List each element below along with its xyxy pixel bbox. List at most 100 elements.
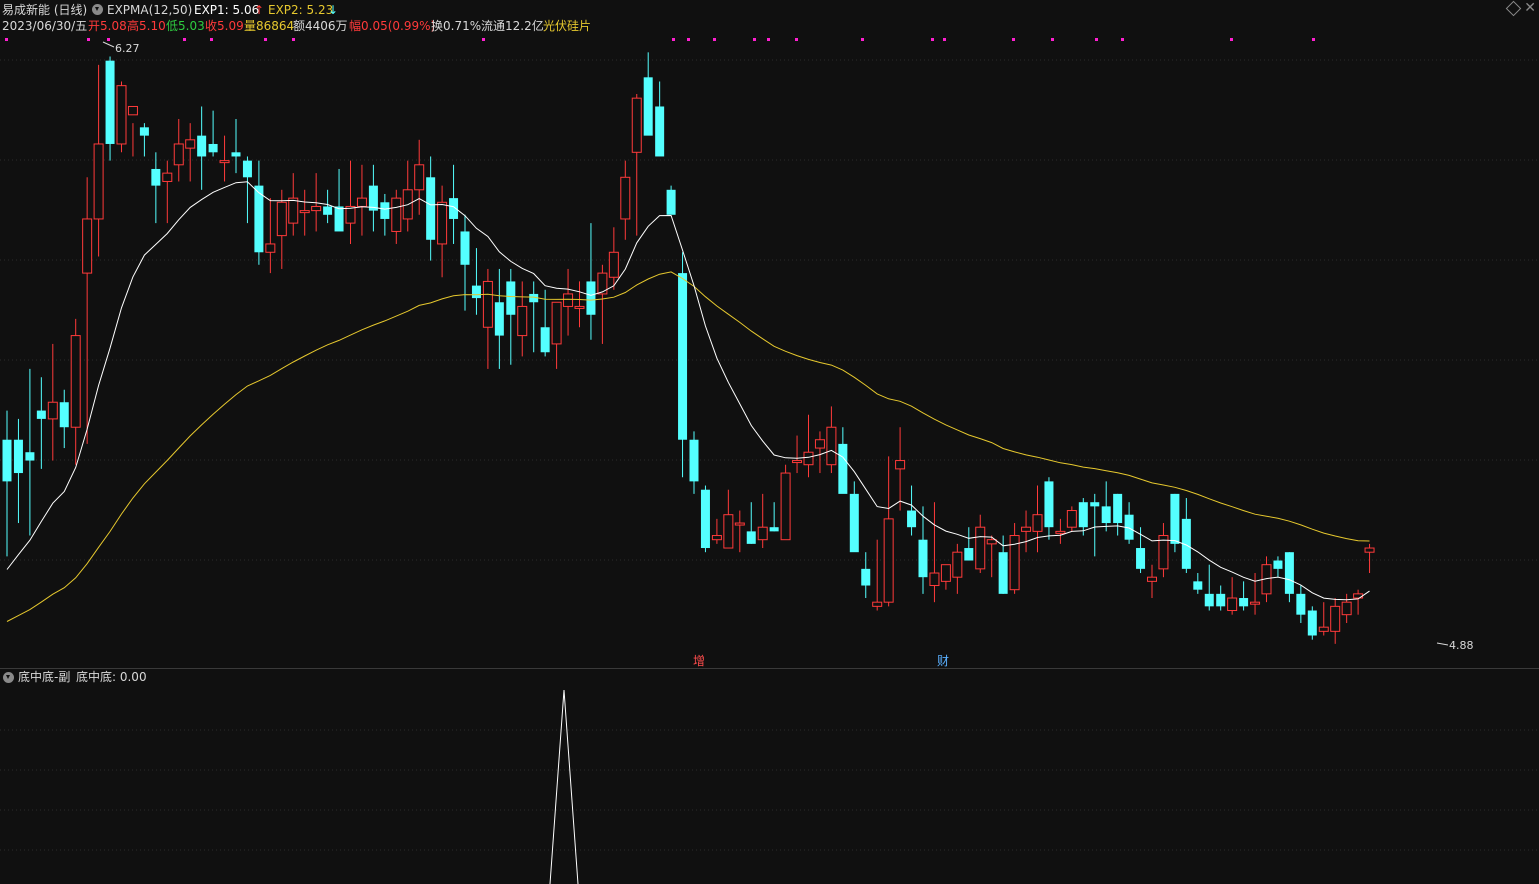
- candle[interactable]: [586, 223, 596, 340]
- candle[interactable]: [173, 118, 184, 182]
- candle[interactable]: [757, 493, 768, 549]
- candle[interactable]: [1273, 556, 1283, 578]
- candle[interactable]: [631, 93, 642, 236]
- candle[interactable]: [380, 193, 390, 236]
- event-marker-cai[interactable]: 财: [937, 654, 949, 668]
- candle[interactable]: [700, 485, 710, 553]
- candlestick-chart[interactable]: 6.27 4.88 增 财: [0, 0, 1539, 884]
- candle[interactable]: [471, 248, 481, 315]
- candle[interactable]: [952, 543, 963, 594]
- candle[interactable]: [975, 514, 986, 574]
- candle[interactable]: [2, 410, 12, 557]
- sub-indicator-menu-icon[interactable]: [3, 672, 14, 683]
- candle[interactable]: [414, 139, 425, 215]
- candle[interactable]: [13, 418, 23, 524]
- candle[interactable]: [872, 539, 883, 611]
- candle[interactable]: [70, 318, 81, 465]
- candle[interactable]: [1124, 502, 1134, 544]
- candle[interactable]: [265, 198, 276, 274]
- candle[interactable]: [345, 160, 356, 244]
- candle[interactable]: [368, 164, 378, 232]
- candle[interactable]: [929, 502, 940, 603]
- candle[interactable]: [849, 481, 859, 553]
- candle[interactable]: [517, 281, 528, 357]
- candle[interactable]: [780, 464, 791, 541]
- candle[interactable]: [1158, 523, 1169, 578]
- candle[interactable]: [1193, 573, 1203, 594]
- candle[interactable]: [1170, 493, 1180, 553]
- candle[interactable]: [1216, 585, 1226, 611]
- candle[interactable]: [1066, 506, 1077, 532]
- candle[interactable]: [1330, 598, 1341, 644]
- candle[interactable]: [36, 377, 46, 469]
- candle[interactable]: [47, 343, 58, 461]
- candle[interactable]: [826, 406, 837, 474]
- candle[interactable]: [299, 189, 310, 236]
- candle[interactable]: [1101, 481, 1111, 532]
- candle[interactable]: [437, 185, 448, 278]
- candle[interactable]: [426, 156, 436, 261]
- candle[interactable]: [861, 552, 871, 599]
- candle[interactable]: [356, 164, 367, 236]
- candle[interactable]: [895, 427, 906, 511]
- candle[interactable]: [185, 123, 196, 182]
- candle[interactable]: [723, 489, 734, 549]
- candle[interactable]: [1296, 585, 1306, 624]
- candle[interactable]: [391, 189, 402, 244]
- candle[interactable]: [1239, 581, 1249, 611]
- candle[interactable]: [529, 281, 539, 353]
- candle[interactable]: [563, 268, 574, 336]
- candle[interactable]: [82, 177, 93, 444]
- candle[interactable]: [276, 189, 287, 269]
- candle[interactable]: [1181, 498, 1191, 574]
- candle[interactable]: [460, 214, 470, 311]
- candle[interactable]: [242, 156, 252, 224]
- candle[interactable]: [964, 527, 974, 561]
- candle[interactable]: [986, 535, 997, 578]
- candle[interactable]: [1364, 543, 1375, 574]
- event-marker-zeng[interactable]: 增: [693, 654, 705, 668]
- candle[interactable]: [139, 123, 149, 157]
- candle[interactable]: [116, 81, 127, 153]
- candle[interactable]: [597, 264, 608, 344]
- candle[interactable]: [689, 431, 699, 494]
- candle[interactable]: [162, 160, 173, 224]
- candle[interactable]: [998, 535, 1008, 594]
- candle[interactable]: [59, 389, 69, 449]
- candle[interactable]: [1113, 493, 1123, 536]
- candle[interactable]: [197, 106, 207, 190]
- candle[interactable]: [1353, 589, 1364, 615]
- candle[interactable]: [288, 173, 299, 236]
- candle[interactable]: [551, 301, 562, 369]
- candle[interactable]: [334, 168, 344, 232]
- candle[interactable]: [93, 64, 104, 257]
- candle[interactable]: [1284, 552, 1294, 603]
- candle[interactable]: [506, 268, 516, 365]
- candle[interactable]: [1044, 477, 1054, 540]
- candle[interactable]: [1032, 485, 1043, 553]
- candle[interactable]: [1055, 518, 1066, 544]
- candle[interactable]: [494, 268, 504, 369]
- candle[interactable]: [151, 152, 161, 224]
- candle[interactable]: [940, 564, 951, 590]
- candle[interactable]: [208, 110, 218, 157]
- candle[interactable]: [482, 268, 493, 369]
- candle[interactable]: [814, 431, 825, 474]
- candle[interactable]: [792, 435, 803, 474]
- candle[interactable]: [746, 502, 756, 544]
- sub-indicator-title[interactable]: 底中底-副: [18, 670, 70, 684]
- candle[interactable]: [655, 81, 665, 157]
- candle[interactable]: [711, 518, 722, 544]
- candle[interactable]: [449, 164, 459, 244]
- candle[interactable]: [231, 118, 241, 174]
- candle[interactable]: [769, 502, 779, 532]
- candle[interactable]: [678, 252, 688, 478]
- candle[interactable]: [1204, 564, 1214, 611]
- candle[interactable]: [1147, 564, 1157, 599]
- candle[interactable]: [1318, 602, 1329, 636]
- candle[interactable]: [219, 135, 230, 182]
- candle[interactable]: [105, 56, 115, 161]
- candle[interactable]: [1090, 493, 1100, 557]
- candle[interactable]: [666, 185, 676, 215]
- candle[interactable]: [907, 485, 917, 536]
